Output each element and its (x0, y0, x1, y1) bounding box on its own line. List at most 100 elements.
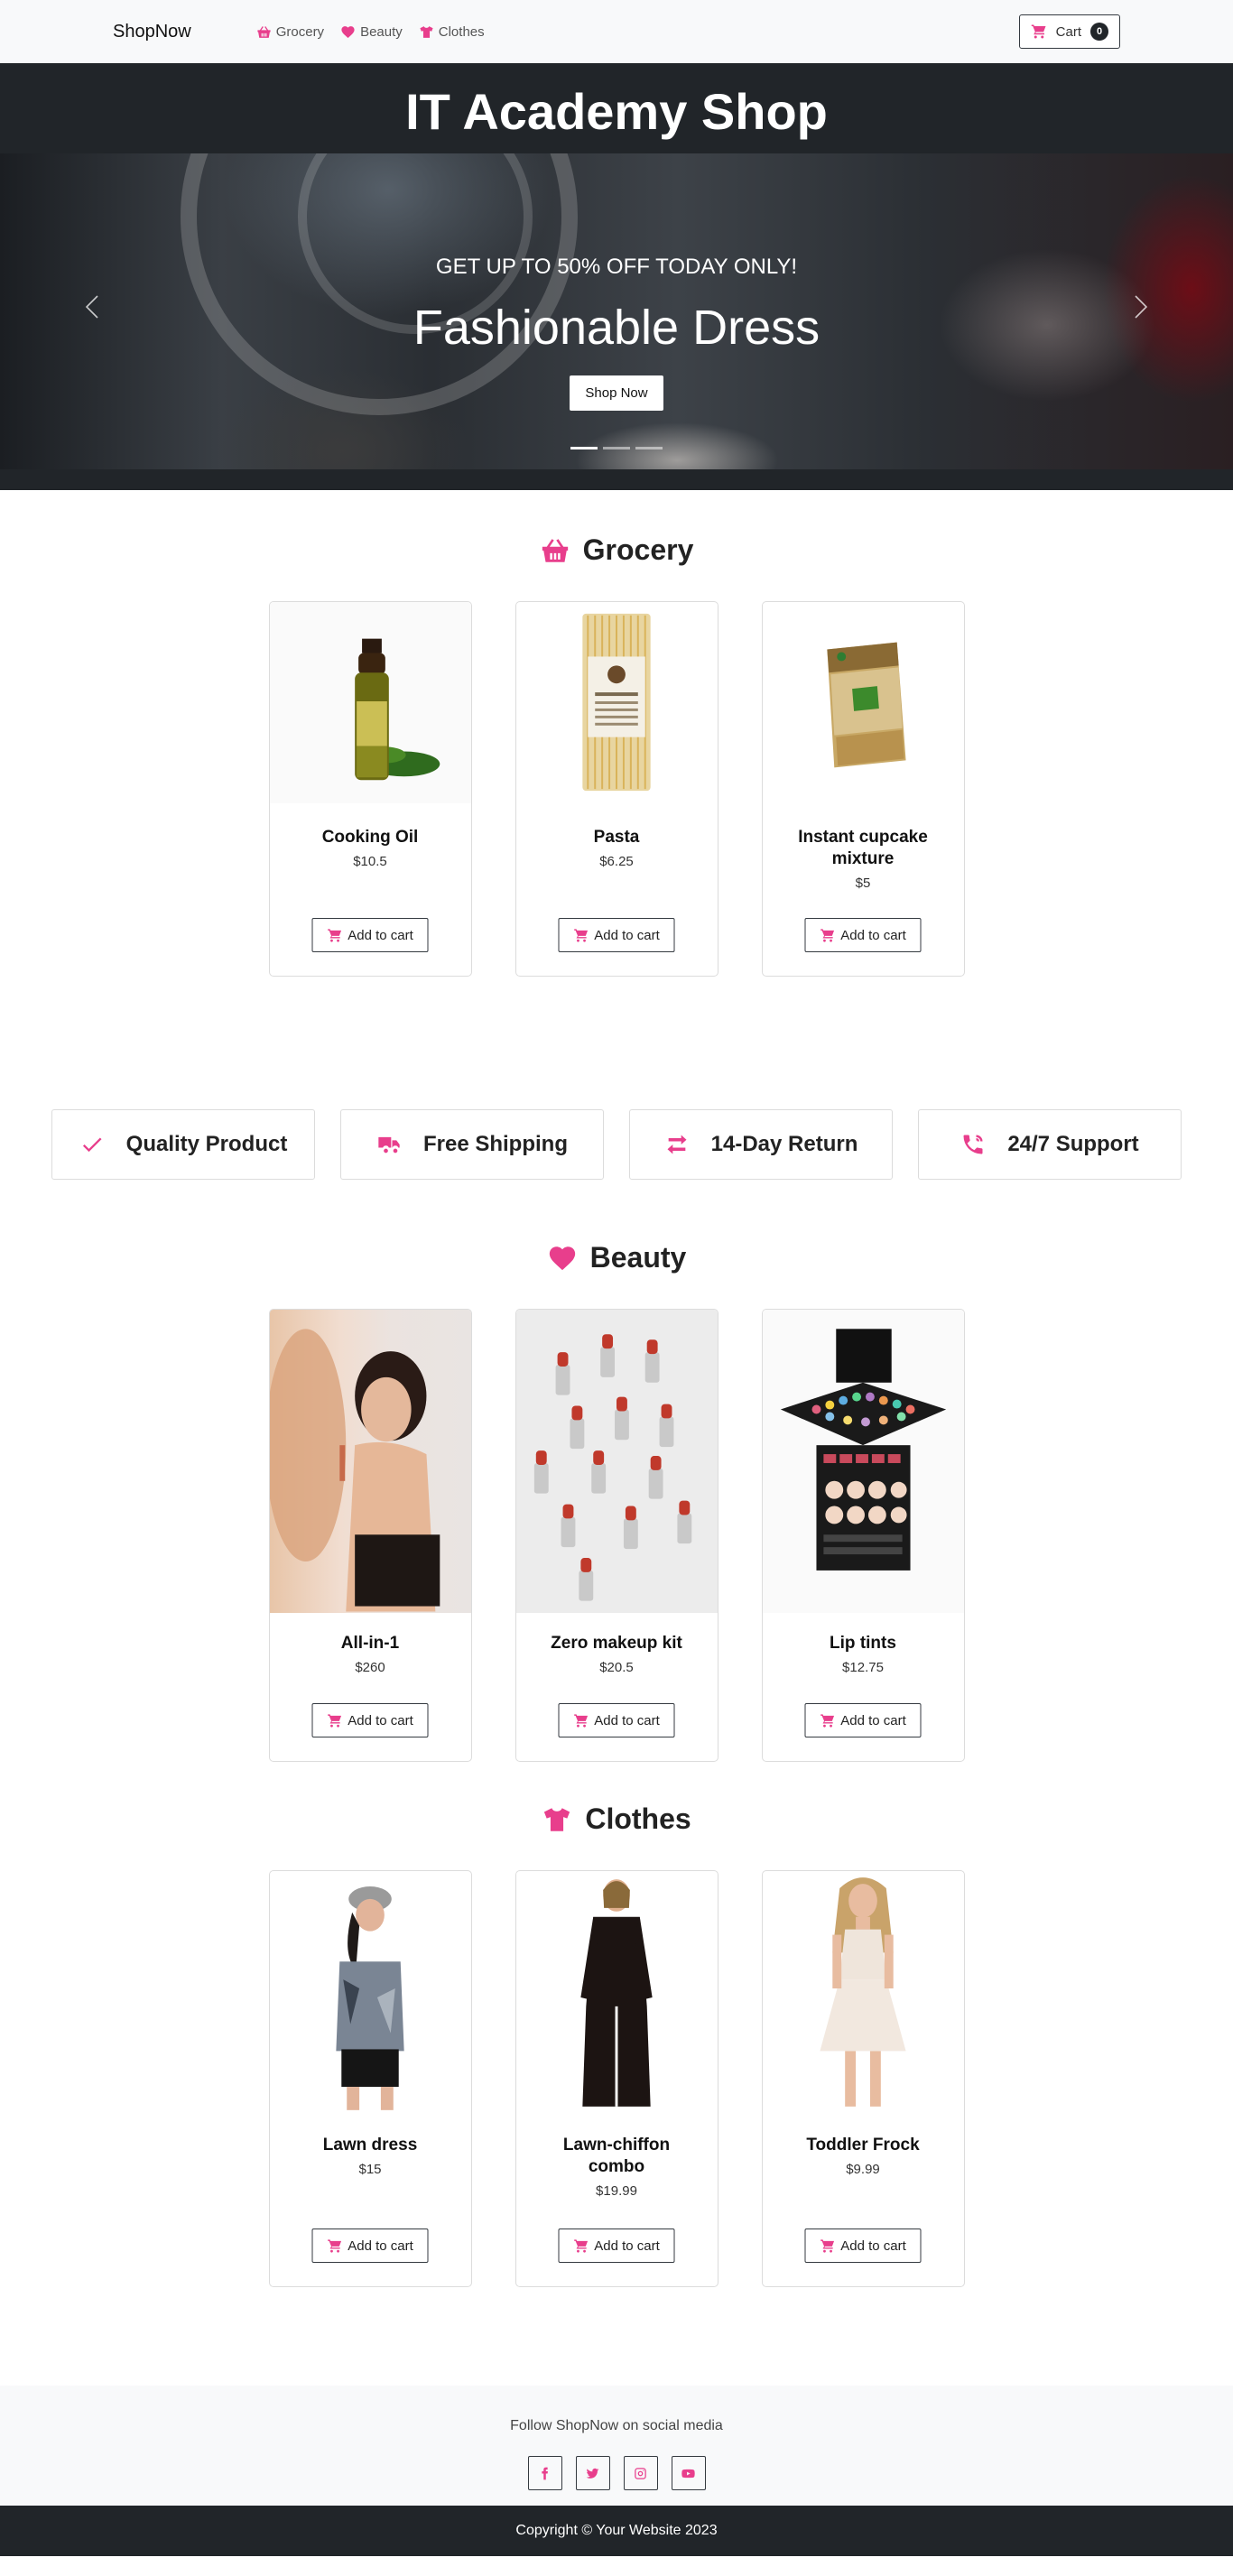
product-card: Lawn-chiffon combo $19.99 Add to cart (515, 1870, 718, 2287)
product-name: All-in-1 (340, 1634, 400, 1653)
chevron-left-icon (85, 295, 98, 319)
instagram-button[interactable] (623, 2456, 658, 2490)
footer: Follow ShopNow on social media Copyright… (0, 2386, 1233, 2556)
feature-support: 24/7 Support (918, 1109, 1182, 1180)
carousel-indicators (0, 447, 1233, 449)
nav-link-clothes[interactable]: Clothes (419, 24, 485, 40)
add-to-cart-button[interactable]: Add to cart (311, 918, 429, 952)
product-card: Cooking Oil $10.5 Add to cart (268, 601, 472, 977)
cart-icon (1031, 24, 1046, 39)
section-heading-label: Grocery (582, 533, 694, 566)
product-card: Zero makeup kit $20.5 Add to cart (515, 1309, 718, 1762)
feature-label: 14-Day Return (710, 1132, 858, 1156)
add-to-cart-label: Add to cart (840, 2238, 906, 2254)
add-to-cart-label: Add to cart (594, 2238, 660, 2254)
cart-icon (327, 2238, 341, 2253)
cart-icon (573, 2238, 588, 2253)
cart-button[interactable]: Cart 0 (1018, 14, 1120, 49)
product-name: Toddler Frock (806, 2136, 920, 2154)
product-price: $12.75 (842, 1660, 884, 1675)
instagram-icon (635, 2467, 646, 2479)
product-card: Lawn dress $15 Add to cart (268, 1870, 472, 2287)
cart-icon (820, 2238, 834, 2253)
youtube-button[interactable] (671, 2456, 706, 2490)
chevron-right-icon (1135, 295, 1148, 319)
exchange-icon (667, 1135, 687, 1154)
product-card: Lip tints $12.75 Add to cart (761, 1309, 965, 1762)
hero-carousel[interactable]: GET UP TO 50% OFF TODAY ONLY! Fashionabl… (0, 153, 1233, 469)
nav-link-label: Clothes (438, 23, 485, 40)
carousel-indicator[interactable] (570, 447, 598, 449)
add-to-cart-label: Add to cart (840, 1712, 906, 1728)
add-to-cart-button[interactable]: Add to cart (558, 918, 675, 952)
cart-icon (820, 928, 834, 942)
section-heading-grocery: Grocery (0, 533, 1233, 567)
nav-link-beauty[interactable]: Beauty (340, 24, 403, 40)
truck-icon (378, 1136, 400, 1154)
product-price: $9.99 (846, 2162, 880, 2177)
product-card: All-in-1 $260 Add to cart (268, 1309, 472, 1762)
shop-now-button[interactable]: Shop Now (570, 375, 663, 411)
clothes-section: Clothes Lawn dress $15 Add to cart Lawn-… (0, 1799, 1233, 2386)
hero-title: IT Academy Shop (405, 82, 828, 140)
product-name: Pasta (593, 828, 640, 847)
facebook-icon (542, 2467, 548, 2479)
add-to-cart-label: Add to cart (348, 927, 413, 943)
feature-quality: Quality Product (51, 1109, 315, 1180)
beauty-product-list: All-in-1 $260 Add to cart Zero makeup ki… (0, 1309, 1233, 1762)
twitter-button[interactable] (575, 2456, 610, 2490)
add-to-cart-button[interactable]: Add to cart (804, 1703, 922, 1737)
product-image-cooking-oil (269, 602, 471, 803)
nav-link-label: Beauty (360, 23, 403, 40)
section-heading-beauty: Beauty (0, 1241, 1233, 1274)
phone-icon (963, 1135, 983, 1154)
carousel-prev-button[interactable] (74, 289, 110, 325)
product-price: $19.99 (596, 2183, 637, 2199)
nav-link-grocery[interactable]: Grocery (256, 24, 324, 40)
carousel-indicator[interactable] (635, 447, 663, 449)
product-price: $20.5 (599, 1660, 634, 1675)
feature-return: 14-Day Return (629, 1109, 893, 1180)
add-to-cart-button[interactable]: Add to cart (804, 2229, 922, 2263)
product-name: Cooking Oil (321, 828, 419, 847)
section-heading-label: Clothes (585, 1802, 691, 1835)
grocery-section: Grocery Cooking Oil $10.5 Add to cart Pa… (0, 490, 1233, 1109)
carousel-next-button[interactable] (1123, 289, 1159, 325)
section-heading-label: Beauty (589, 1241, 687, 1274)
carousel-caption: GET UP TO 50% OFF TODAY ONLY! Fashionabl… (0, 255, 1233, 411)
add-to-cart-button[interactable]: Add to cart (311, 1703, 429, 1737)
brand-logo[interactable]: ShopNow (113, 22, 191, 42)
carousel-indicator[interactable] (603, 447, 630, 449)
twitter-icon (586, 2468, 599, 2479)
add-to-cart-button[interactable]: Add to cart (311, 2229, 429, 2263)
social-title: Follow ShopNow on social media (510, 2418, 723, 2433)
add-to-cart-label: Add to cart (594, 927, 660, 943)
add-to-cart-label: Add to cart (348, 1712, 413, 1728)
cart-label: Cart (1055, 23, 1081, 40)
add-to-cart-button[interactable]: Add to cart (804, 918, 922, 952)
copyright: Copyright © Your Website 2023 (0, 2506, 1233, 2556)
product-price: $10.5 (353, 854, 387, 869)
carousel-heading: Fashionable Dress (413, 301, 820, 355)
product-image-all-in-1 (269, 1310, 471, 1613)
product-price: $260 (355, 1660, 385, 1675)
product-price: $5 (855, 876, 871, 891)
basket-icon (542, 538, 568, 562)
navbar: ShopNow Grocery Beauty Clothes Cart 0 (0, 0, 1233, 63)
add-to-cart-button[interactable]: Add to cart (558, 1703, 675, 1737)
add-to-cart-label: Add to cart (840, 927, 906, 943)
nav-links: Grocery Beauty Clothes (256, 24, 485, 40)
cart-count-badge: 0 (1090, 23, 1108, 41)
product-name: Lawn dress (322, 2136, 418, 2154)
nav-link-label: Grocery (275, 23, 325, 40)
product-image-toddler-frock (763, 1871, 964, 2113)
features-section: Quality Product Free Shipping 14-Day Ret… (0, 1109, 1233, 1180)
cart-icon (820, 1713, 834, 1728)
feature-label: Quality Product (125, 1132, 288, 1156)
feature-label: 24/7 Support (1007, 1132, 1139, 1156)
facebook-button[interactable] (527, 2456, 562, 2490)
cart-icon (327, 1713, 341, 1728)
youtube-icon (681, 2469, 695, 2478)
add-to-cart-button[interactable]: Add to cart (558, 2229, 675, 2263)
tshirt-icon (544, 1807, 570, 1831)
